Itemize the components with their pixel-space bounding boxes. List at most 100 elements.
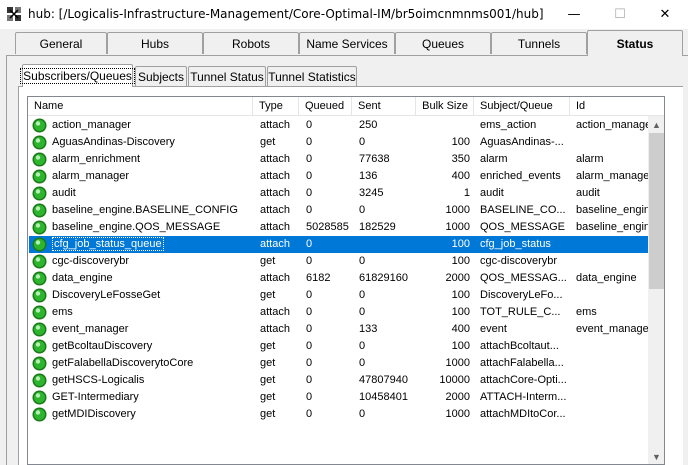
cell-sent: 10458401 — [359, 391, 408, 403]
table-row[interactable]: AguasAndinas-Discovery get 0 0 100 AguasAndin… — [29, 134, 648, 151]
table-row[interactable]: getBcoltauDiscovery get 0 0 100 attachBcoltau… — [29, 338, 648, 355]
table-row[interactable]: cfg_job_status_queue attach 0 100 cfg_job_st… — [29, 236, 648, 253]
cell-bulk: 1000 — [445, 221, 470, 233]
table-row[interactable]: action_manager attach 0 250 ems_action action… — [29, 117, 648, 134]
cell-id: alarm — [576, 153, 604, 165]
status-ok-icon — [32, 118, 47, 133]
cell-queued: 0 — [306, 204, 313, 216]
cell-sent: 0 — [359, 340, 366, 352]
cell-sent: 77638 — [359, 153, 390, 165]
minimize-button[interactable]: — — [551, 0, 597, 29]
list-header: Name Type Queued Sent Bulk Size Subject/… — [28, 97, 664, 116]
cell-sent: 0 — [359, 289, 366, 301]
cell-id: audit — [576, 187, 600, 199]
cell-name: getFalabellaDiscoverytoCore — [52, 357, 194, 369]
cell-sent: 47807940 — [359, 374, 408, 386]
cell-type: get — [260, 340, 276, 352]
tab-status[interactable]: Status — [587, 30, 683, 56]
tab-hubs[interactable]: Hubs — [107, 32, 203, 54]
cell-sent: 0 — [359, 306, 366, 318]
maximize-button[interactable]: ☐ — [597, 0, 643, 29]
status-ok-icon — [32, 186, 47, 201]
subtab-tunnel-status[interactable]: Tunnel Status — [188, 66, 266, 86]
status-ok-icon — [32, 288, 47, 303]
table-row[interactable]: GET-Intermediary get 0 10458401 2000 ATTACH-I… — [29, 389, 648, 406]
cell-name: DiscoveryLeFosseGet — [52, 289, 161, 301]
subtab-subjects[interactable]: Subjects — [135, 66, 187, 86]
cell-id — [576, 236, 648, 253]
app-icon — [6, 6, 22, 22]
status-ok-icon — [32, 407, 47, 422]
column-header-id[interactable]: Id — [570, 97, 648, 116]
tab-general[interactable]: General — [15, 32, 107, 54]
close-button[interactable]: ✕ — [642, 0, 688, 29]
scroll-down-arrow-icon[interactable]: ▼ — [648, 448, 664, 464]
cell-queued: 0 — [306, 136, 313, 148]
cell-name: baseline_engine.QOS_MESSAGE — [52, 221, 221, 233]
cell-queued: 0 — [306, 391, 313, 403]
table-row[interactable]: baseline_engine.QOS_MESSAGE attach 5028585… — [29, 219, 648, 236]
subtab-subscribers-queues[interactable]: Subscribers/Queues — [20, 64, 135, 87]
table-row[interactable]: alarm_manager attach 0 136 400 enriched_event… — [29, 168, 648, 185]
table-row[interactable]: data_engine attach 6182 61829160 2000 QOS_MES… — [29, 270, 648, 287]
main-tab-strip: General Hubs Robots Name Services Queues… — [0, 29, 688, 56]
scrollbar-thumb[interactable] — [649, 133, 664, 289]
cell-bulk: 1000 — [445, 357, 470, 369]
cell-id: baseline_engin — [576, 204, 648, 216]
cell-id — [576, 372, 648, 389]
cell-name: AguasAndinas-Discovery — [52, 136, 175, 148]
table-row[interactable]: getHSCS-Logicalis get 0 47807940 10000 attach… — [29, 372, 648, 389]
tab-queues[interactable]: Queues — [395, 32, 491, 54]
cell-name: action_manager — [52, 119, 131, 131]
cell-queued: 0 — [306, 153, 313, 165]
tab-tunnels[interactable]: Tunnels — [491, 32, 587, 54]
table-row[interactable]: getMDIDiscovery get 0 0 1000 attachMDItoCor..… — [29, 406, 648, 423]
cell-name: getBcoltauDiscovery — [52, 340, 153, 352]
column-header-subject-queue[interactable]: Subject/Queue — [474, 97, 570, 116]
cell-id — [576, 287, 648, 304]
table-row[interactable]: DiscoveryLeFosseGet get 0 0 100 DiscoveryLeFo… — [29, 287, 648, 304]
cell-sent — [359, 236, 417, 253]
cell-queued: 0 — [306, 323, 313, 335]
cell-subject: enriched_events — [480, 170, 561, 182]
column-header-sent[interactable]: Sent — [352, 97, 416, 116]
cell-type: attach — [260, 272, 290, 284]
cell-subject: ATTACH-Interm... — [480, 391, 567, 403]
column-header-queued[interactable]: Queued — [299, 97, 352, 116]
table-row[interactable]: cgc-discoverybr get 0 0 100 cgc-discoverybr — [29, 253, 648, 270]
cell-queued: 0 — [306, 170, 313, 182]
cell-subject: attachBcoltaut... — [480, 340, 559, 352]
cell-bulk: 400 — [451, 170, 470, 182]
cell-name-text: cfg_job_status_queue — [52, 237, 164, 251]
tab-name-services[interactable]: Name Services — [299, 32, 395, 54]
cell-type: get — [260, 289, 276, 301]
table-row[interactable]: audit attach 0 3245 1 audit audit — [29, 185, 648, 202]
title-bar: hub: [/Logicalis-Infrastructure-Manageme… — [0, 0, 688, 29]
column-header-type[interactable]: Type — [253, 97, 299, 116]
cell-type: attach — [260, 153, 290, 165]
vertical-scrollbar[interactable]: ▲ ▼ — [648, 116, 664, 464]
table-row[interactable]: event_manager attach 0 133 400 event event_man… — [29, 321, 648, 338]
table-row[interactable]: getFalabellaDiscoverytoCore get 0 0 1000 atta… — [29, 355, 648, 372]
scroll-up-arrow-icon[interactable]: ▲ — [648, 116, 664, 133]
tab-robots[interactable]: Robots — [203, 32, 299, 54]
cell-bulk: 2000 — [445, 272, 470, 284]
cell-type: attach — [260, 119, 290, 131]
table-row[interactable]: ems attach 0 0 100 TOT_RULE_C... ems — [29, 304, 648, 321]
cell-subject: AguasAndinas-... — [480, 136, 564, 148]
subscribers-list[interactable]: Name Type Queued Sent Bulk Size Subject/… — [27, 96, 665, 465]
cell-queued: 0 — [306, 119, 313, 131]
column-header-bulk-size[interactable]: Bulk Size — [416, 97, 474, 116]
cell-name: alarm_enrichment — [52, 153, 141, 165]
cell-queued: 5028585 — [306, 221, 349, 233]
cell-sent: 250 — [359, 119, 378, 131]
cell-bulk: 100 — [451, 340, 470, 352]
cell-name: ems — [52, 306, 73, 318]
subtab-tunnel-statistics[interactable]: Tunnel Statistics — [267, 66, 357, 86]
table-row[interactable]: alarm_enrichment attach 0 77638 350 alarm alar… — [29, 151, 648, 168]
table-row[interactable]: baseline_engine.BASELINE_CONFIG attach 0 0 1… — [29, 202, 648, 219]
column-header-name[interactable]: Name — [28, 97, 253, 116]
cell-id — [576, 338, 648, 355]
cell-bulk: 100 — [451, 306, 470, 318]
cell-id — [576, 253, 648, 270]
